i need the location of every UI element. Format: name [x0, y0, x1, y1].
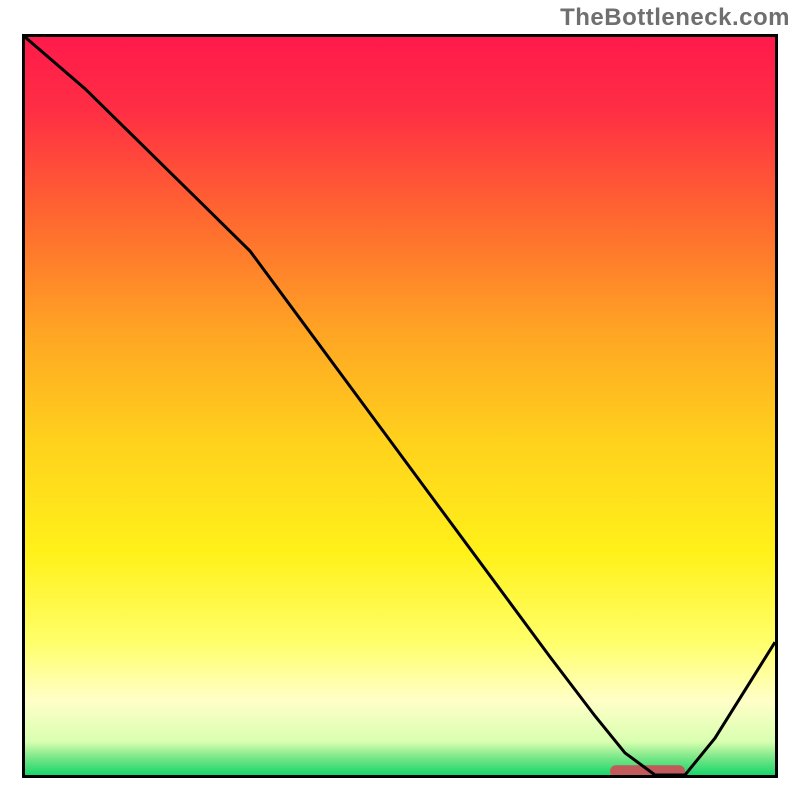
watermark-text: TheBottleneck.com: [560, 4, 790, 32]
chart-frame: TheBottleneck.com: [0, 0, 800, 800]
gradient-background: [25, 37, 775, 775]
bottleneck-chart: [25, 37, 775, 775]
